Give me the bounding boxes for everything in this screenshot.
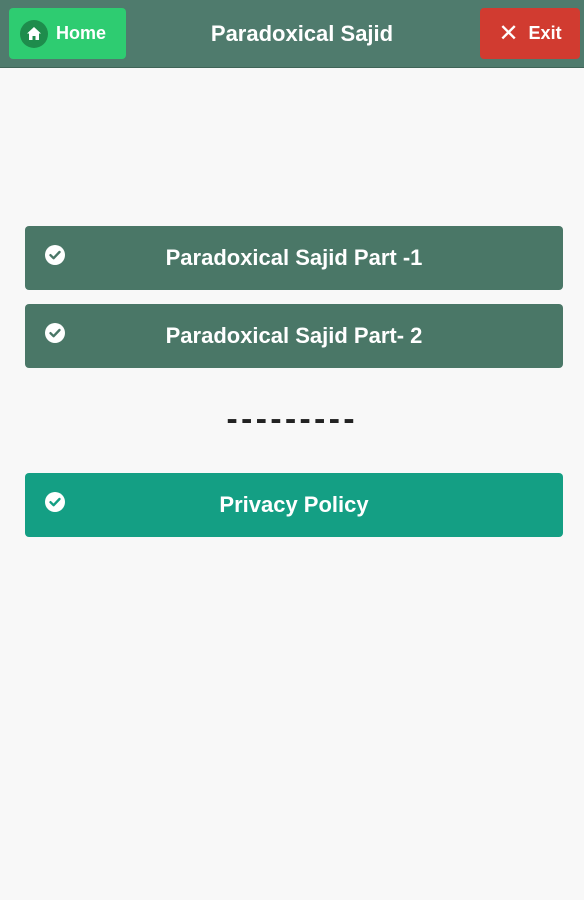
part-2-label: Paradoxical Sajid Part- 2 bbox=[165, 323, 423, 348]
close-icon: ✕ bbox=[498, 19, 519, 47]
check-circle-icon bbox=[44, 244, 66, 266]
home-button-label: Home bbox=[56, 23, 107, 43]
home-button[interactable]: Home bbox=[9, 8, 126, 59]
top-bar: Home Paradoxical Sajid ✕ Exit bbox=[0, 0, 584, 68]
part-1-label: Paradoxical Sajid Part -1 bbox=[165, 245, 423, 270]
check-circle-icon bbox=[44, 322, 66, 344]
divider-dashes: --------- bbox=[226, 403, 358, 436]
exit-button-label: Exit bbox=[528, 23, 562, 43]
app-screen: Home Paradoxical Sajid ✕ Exit Paradoxica… bbox=[0, 0, 584, 900]
part-1-button[interactable]: Paradoxical Sajid Part -1 bbox=[25, 226, 563, 290]
check-circle-icon bbox=[44, 491, 66, 513]
home-icon bbox=[20, 19, 48, 48]
exit-button[interactable]: ✕ Exit bbox=[480, 8, 580, 59]
part-2-button[interactable]: Paradoxical Sajid Part- 2 bbox=[25, 304, 563, 368]
privacy-policy-button[interactable]: Privacy Policy bbox=[25, 473, 563, 537]
privacy-policy-label: Privacy Policy bbox=[219, 492, 369, 517]
page-title: Paradoxical Sajid bbox=[210, 21, 394, 46]
